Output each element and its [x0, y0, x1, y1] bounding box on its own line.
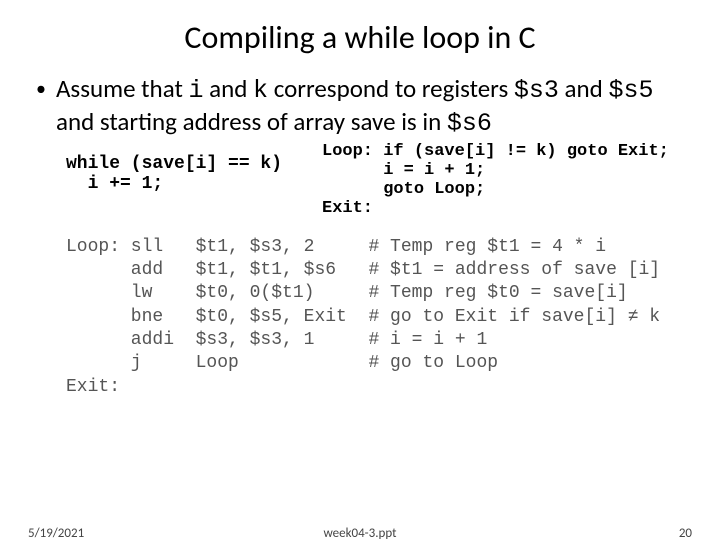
goto-code: Loop: if (save[i] != k) goto Exit; i = i…	[322, 142, 669, 218]
text-segment: and	[203, 73, 253, 104]
mips-assembly: Loop: sll $t1, $s3, 2 # Temp reg $t1 = 4…	[30, 236, 690, 400]
code-inline-k: k	[253, 76, 268, 105]
code-inline-s6: $s6	[447, 109, 492, 138]
code-inline-s3: $s3	[514, 76, 559, 105]
text-segment: Assume that	[56, 73, 189, 104]
code-row: while (save[i] == k) i += 1; Loop: if (s…	[30, 142, 690, 218]
bullet-text: Assume that i and k correspond to regist…	[56, 73, 690, 140]
code-inline-i: i	[188, 76, 203, 105]
text-segment: and	[559, 73, 609, 104]
code-inline-s5: $s5	[608, 76, 653, 105]
text-segment: and starting address of array save is in	[56, 106, 447, 137]
footer-page-number: 20	[679, 526, 692, 541]
c-while-code: while (save[i] == k) i += 1;	[66, 142, 322, 218]
footer-filename: week04-3.ppt	[0, 526, 720, 541]
slide-title: Compiling a while loop in C	[30, 18, 690, 57]
text-segment: correspond to registers	[268, 73, 514, 104]
bullet-item: • Assume that i and k correspond to regi…	[30, 73, 690, 140]
bullet-marker: •	[30, 73, 56, 102]
